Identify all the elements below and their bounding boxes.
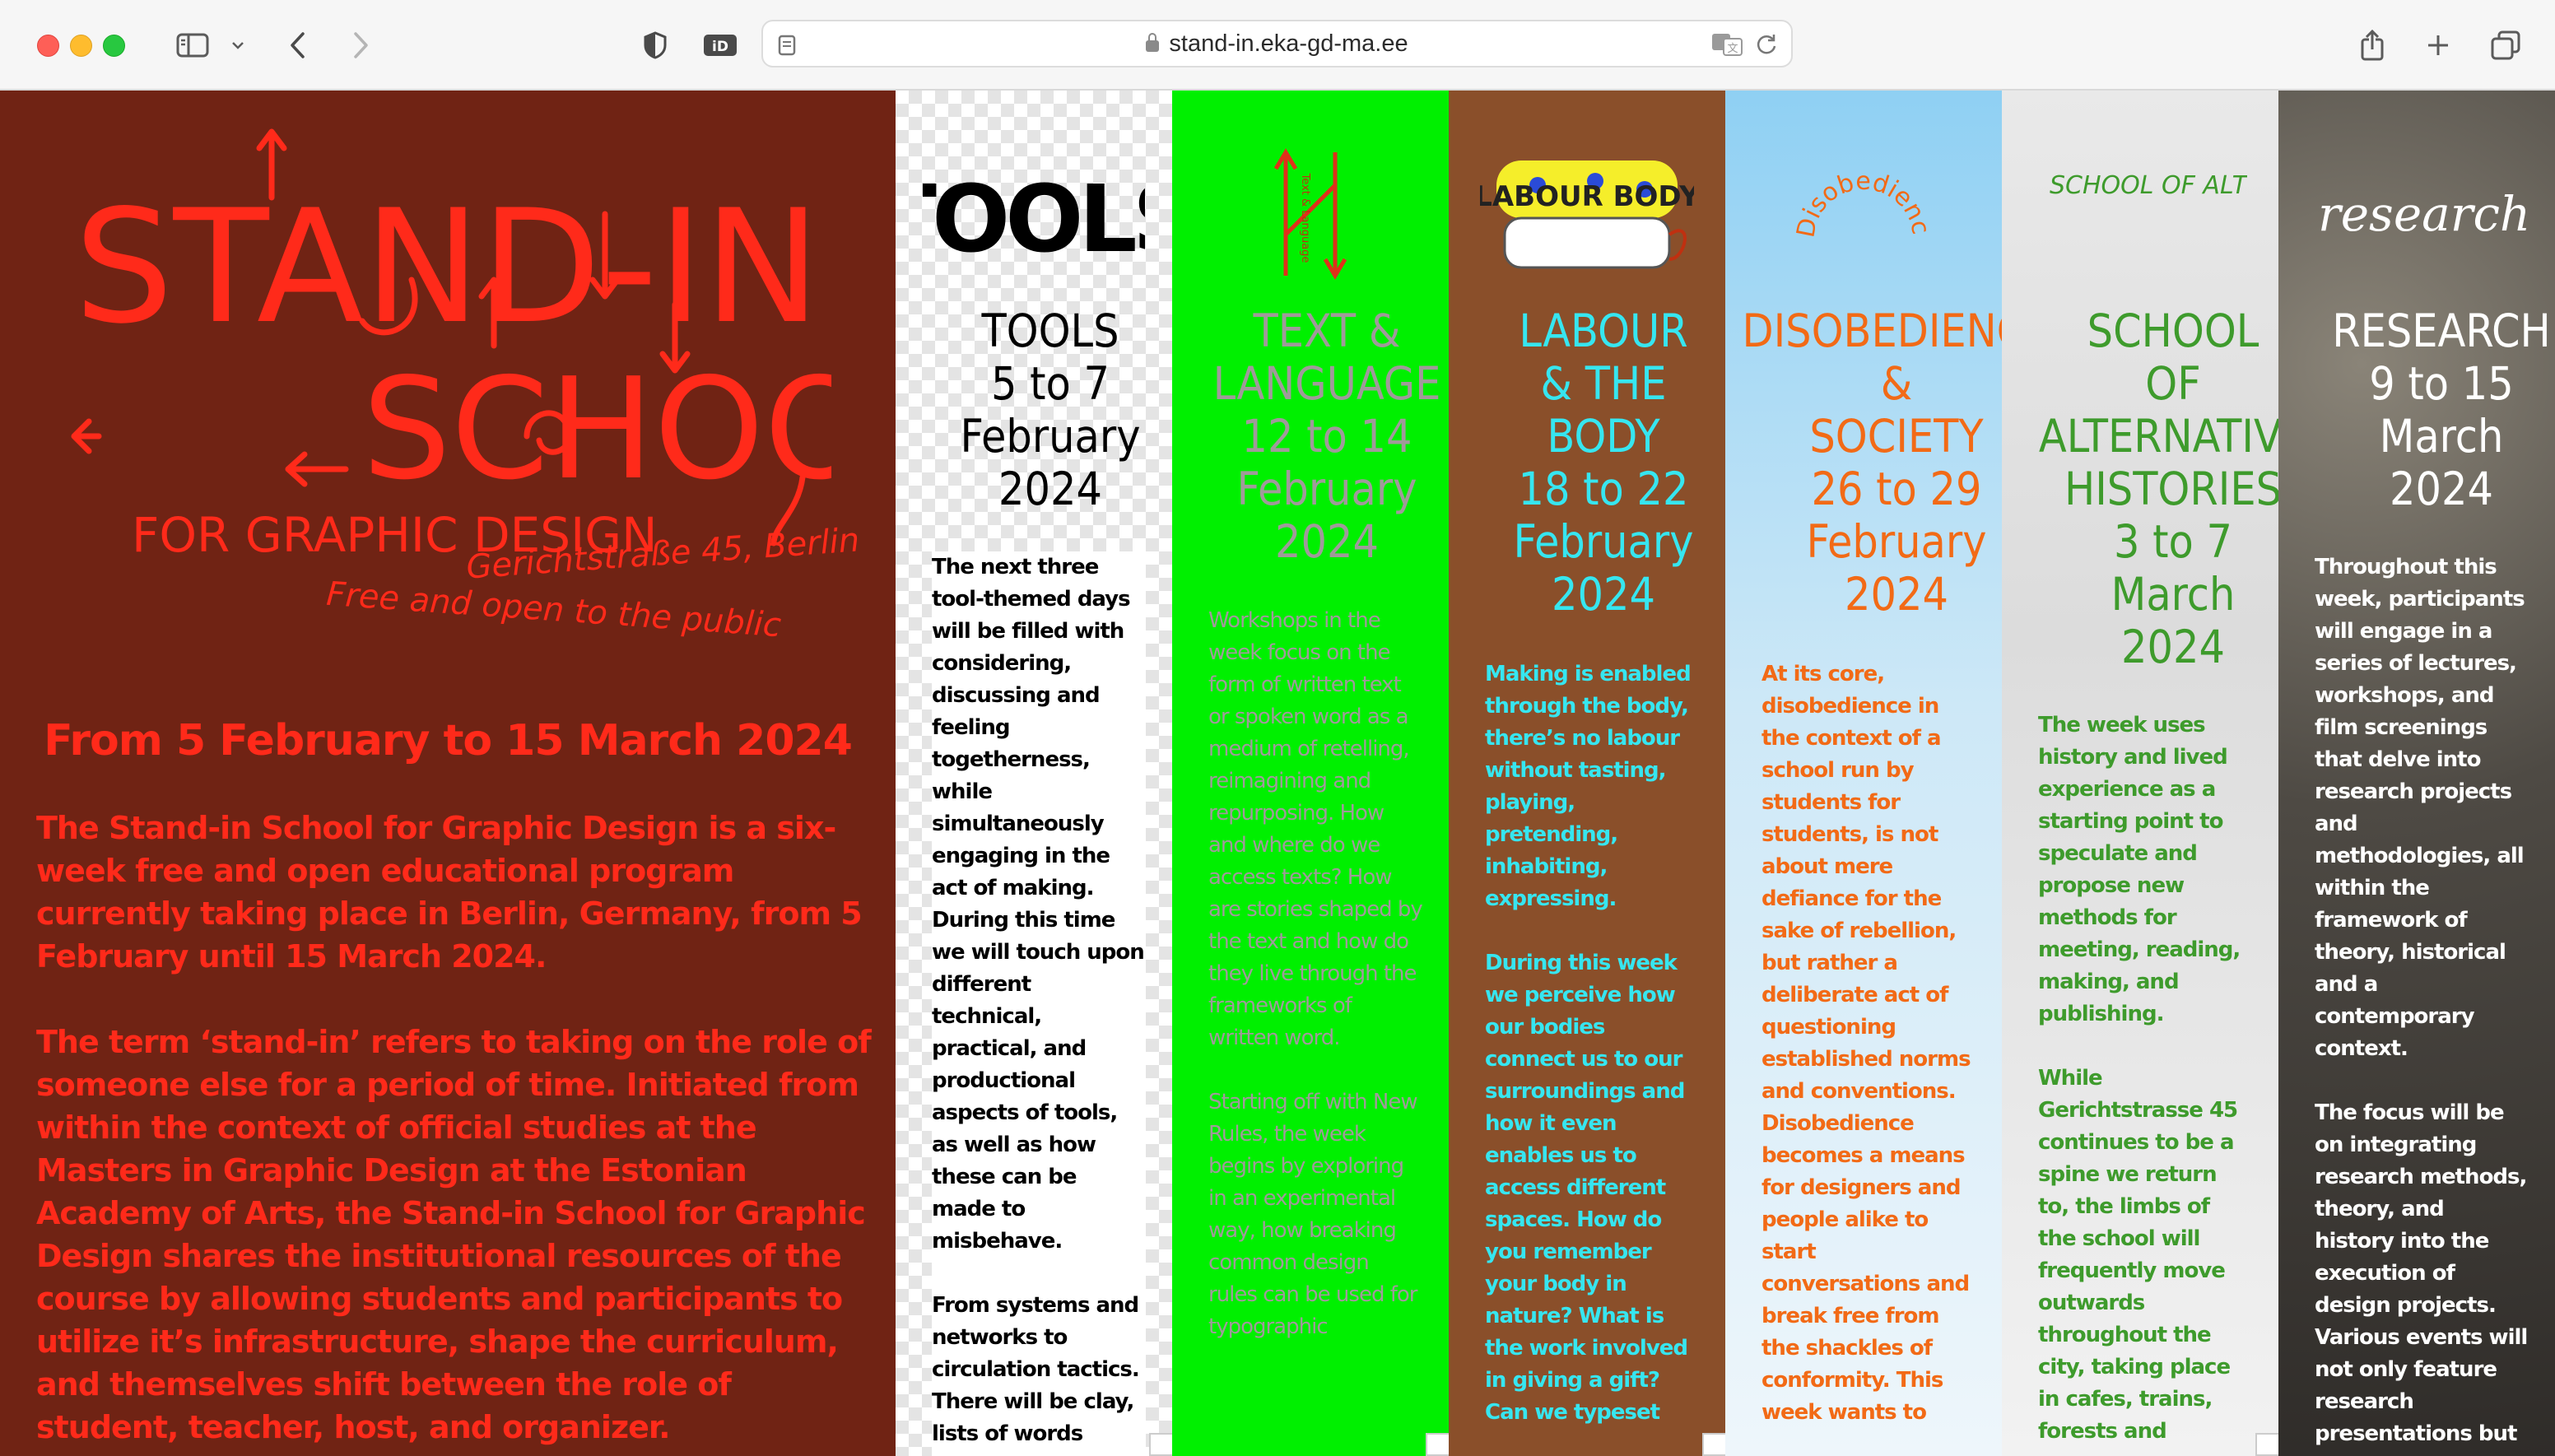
tools-title: TOOLS 5 to 7 February 2024 (960, 305, 1141, 515)
intro-paragraph: The Stand-in School for Graphic Design i… (36, 810, 863, 975)
url-text: stand-in.eka-gd-ma.ee (1169, 30, 1408, 57)
tools-logo: TOOLS (896, 115, 1172, 313)
sidebar-toggle-button[interactable] (171, 25, 214, 66)
close-window-button[interactable] (37, 35, 59, 57)
reload-icon[interactable] (1755, 33, 1778, 56)
address-bar[interactable]: stand-in.eka-gd-ma.ee 文 (761, 20, 1793, 67)
week-tools-column[interactable]: TOOLS TOOLS5 to 7February2024 The next t… (896, 91, 1172, 1456)
scroll-corner (2255, 1433, 2278, 1456)
id-extension-icon: iD (704, 35, 737, 56)
disobedience-logo: Disobedience and Society (1725, 115, 2002, 313)
stand-in-school-logo: STAND-IN SCHOOL FOR GRAPHIC DESIGN (71, 128, 831, 563)
privacy-report-button[interactable] (639, 25, 672, 66)
scroll-corner (1426, 1433, 1449, 1456)
alternative-histories-description: The week uses history and lived experien… (2038, 713, 2241, 1444)
url-display: stand-in.eka-gd-ma.ee (763, 21, 1791, 66)
logo-line-2: SCHOOL (362, 348, 831, 511)
svg-text:SCHOOL OF ALTERNATIVE HISTORIE: SCHOOL OF ALTERNATIVE HISTORIES (2050, 171, 2247, 200)
svg-text:文: 文 (1727, 43, 1738, 55)
svg-text:TOOLS: TOOLS (923, 166, 1145, 273)
tab-groups-dropdown[interactable] (227, 25, 249, 66)
extension-button[interactable]: iD (701, 25, 739, 66)
intro-body: The Stand-in School for Graphic Design i… (36, 807, 876, 1456)
disobedience-title: DISOBEDIENCE&SOCIETY26 to 29February2024 (1742, 305, 2002, 621)
alternative-histories-logo-graphic: SCHOOL OF ALTERNATIVE HISTORIES (2050, 171, 2247, 200)
labour-body-logo: LABOUR BODY (1449, 115, 1725, 313)
labour-body-logo-graphic: LABOUR BODY (1480, 160, 1694, 269)
disobedience-logo-graphic: Disobedience and Society (1781, 140, 1935, 240)
tools-logo-graphic: TOOLS (923, 166, 1145, 273)
week-alternative-histories-column[interactable]: SCHOOL OF ALTERNATIVE HISTORIES SCHOOLOF… (2002, 91, 2278, 1456)
text-language-logo: Text & Language (1172, 115, 1449, 313)
scroll-corner (1149, 1433, 1172, 1456)
web-page: STAND-IN SCHOOL FOR GRAPHIC DESIGN Geric… (0, 91, 2555, 1456)
research-logo: research (2278, 115, 2555, 313)
research-description: Throughout this week, participants will … (2315, 555, 2528, 1456)
shield-icon (644, 31, 667, 59)
svg-text:Disobedience and Society: Disobedience and Society (1781, 140, 1935, 240)
scroll-corner (1702, 1433, 1725, 1456)
week-text-language-column[interactable]: Text & Language TEXT & LANGUAGE 12 to 14 Fe… (1172, 91, 1449, 1456)
alternative-histories-logo: SCHOOL OF ALTERNATIVE HISTORIES (2002, 115, 2278, 313)
week-disobedience-society-column[interactable]: Disobedience and Society DISOBEDIENCE&SO… (1725, 91, 2002, 1456)
research-title: RESEARCH 9 to 15 March 2024 (2332, 305, 2551, 515)
intro-paragraph: The term ‘stand-in’ refers to taking on … (36, 1024, 872, 1445)
svg-text:Text & Language: Text & Language (1299, 173, 1311, 263)
alternative-histories-title: SCHOOLOFALTERNATIVEHISTORIES3 to 7March2… (2038, 305, 2278, 673)
free-and-open-line: Free and open to the public (325, 574, 783, 645)
week-research-column[interactable]: research RESEARCH 9 to 15 March 2024 Throug… (2278, 91, 2555, 1456)
share-icon (2361, 30, 2384, 61)
lock-icon (1146, 33, 1160, 52)
tab-overview-button[interactable] (2488, 25, 2524, 66)
week-labour-body-column[interactable]: LABOUR BODY LABOUR & THE BODY 18 to 22 Febru… (1449, 91, 1725, 1456)
sidebar-icon (176, 33, 209, 58)
back-button[interactable] (282, 25, 314, 66)
tools-description: The next three tool-themed days will be … (932, 551, 1146, 1456)
chevron-left-icon (291, 32, 305, 58)
program-dates: From 5 February to 15 March 2024 (44, 716, 853, 765)
logo-line-1: STAND-IN (74, 176, 821, 358)
browser-toolbar: iD stand-in.eka-gd-ma.ee 文 (0, 0, 2555, 91)
text-language-title: TEXT & LANGUAGE 12 to 14 February 2024 (1212, 305, 1441, 568)
tabs-overview-icon (2491, 30, 2520, 60)
minimize-window-button[interactable] (70, 35, 92, 57)
zoom-window-button[interactable] (103, 35, 125, 57)
svg-text:research: research (2318, 186, 2530, 242)
labour-body-description: Making is enabled through the body, ther… (1485, 662, 1692, 1425)
svg-text:iD: iD (712, 39, 728, 55)
intro-panel: STAND-IN SCHOOL FOR GRAPHIC DESIGN Geric… (0, 91, 896, 1456)
share-button[interactable] (2356, 25, 2389, 66)
labour-body-title: LABOUR & THE BODY 18 to 22 February 2024 (1513, 305, 1694, 621)
svg-text:LABOUR BODY: LABOUR BODY (1480, 180, 1694, 213)
text-language-logo-graphic: Text & Language (1273, 148, 1347, 280)
research-logo-graphic: research (2318, 186, 2530, 242)
translate-icon[interactable]: 文 (1710, 32, 1743, 57)
chevron-right-icon (354, 32, 368, 58)
disobedience-description: At its core, disobedience in the context… (1762, 662, 1971, 1425)
plus-icon (2428, 35, 2448, 55)
forward-button[interactable] (344, 25, 377, 66)
new-tab-button[interactable] (2422, 25, 2455, 66)
chevron-down-icon (232, 42, 244, 49)
text-language-description: Workshops in the week focus on the form … (1208, 608, 1423, 1339)
